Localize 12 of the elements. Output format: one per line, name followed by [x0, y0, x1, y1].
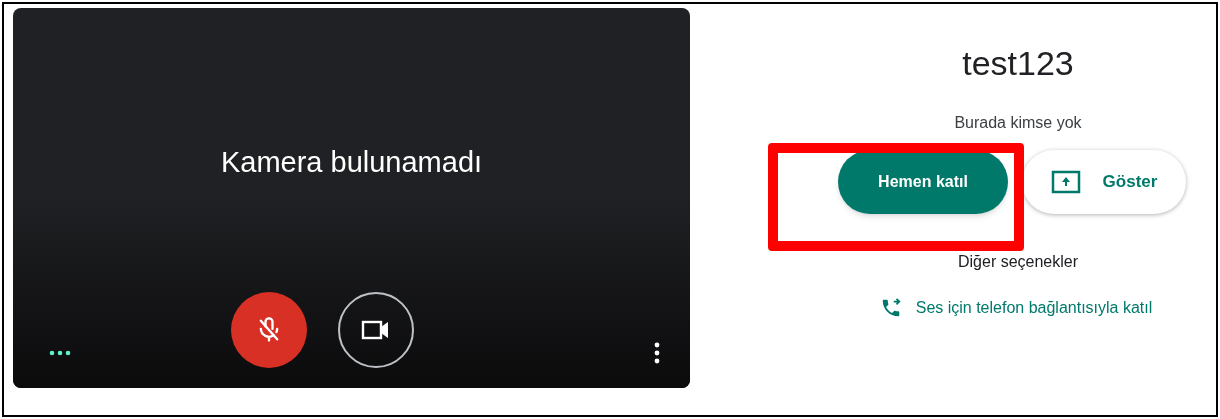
video-camera-icon	[361, 319, 391, 341]
camera-button[interactable]	[338, 292, 414, 368]
present-icon	[1050, 170, 1081, 194]
phone-join-link[interactable]: Ses için telefon bağlantısıyla katıl	[879, 296, 1153, 320]
join-button[interactable]: Hemen katıl	[838, 150, 1008, 214]
more-options-icon[interactable]	[654, 342, 660, 364]
meeting-title: test123	[962, 43, 1074, 84]
more-icon[interactable]	[49, 350, 71, 356]
present-button[interactable]: Göster	[1022, 150, 1186, 214]
section-heading: Diğer seçenekler	[957, 252, 1079, 272]
camera-message: Kamera bulunamadı	[220, 144, 483, 180]
status-text: Burada kimse yok	[954, 113, 1082, 133]
